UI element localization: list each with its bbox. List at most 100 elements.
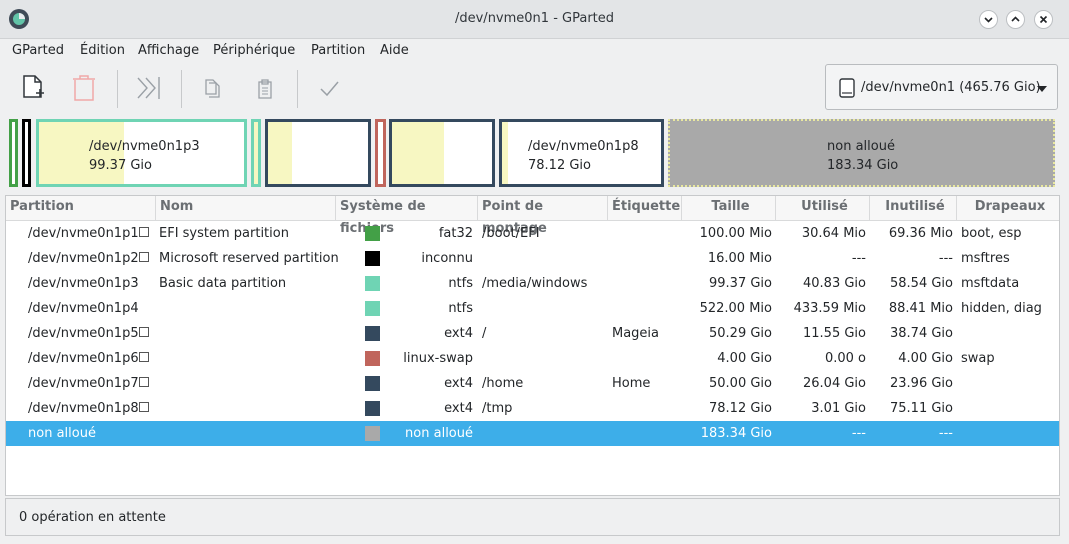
cell-filesystem: ext4 xyxy=(444,376,473,391)
diskmap-segment-p5[interactable] xyxy=(265,119,371,187)
cell-partition: /dev/nvme0n1p7 xyxy=(28,376,139,391)
table-row[interactable]: /dev/nvme0n1p1 EFI system partition fat32 /… xyxy=(6,221,1059,246)
column-header-used[interactable]: Utilisé xyxy=(776,196,870,220)
paste-button[interactable] xyxy=(251,74,279,102)
diskmap-segment-p7[interactable] xyxy=(389,119,495,187)
column-header-mountpoint[interactable]: Point de montage xyxy=(478,196,608,236)
cell-name: Basic data partition xyxy=(159,276,287,291)
cell-used: 40.83 Gio xyxy=(803,276,866,291)
copy-icon xyxy=(205,79,220,98)
table-row[interactable]: /dev/nvme0n1p7 ext4/home Home 50.00 Gio 26.0… xyxy=(6,371,1059,396)
cell-label: Mageia xyxy=(612,326,660,341)
table-row[interactable]: /dev/nvme0n1p5 ext4 / Mageia 50.29 Gio 11.55 … xyxy=(6,321,1059,346)
key-icon xyxy=(139,402,149,412)
cell-partition: non alloué xyxy=(28,426,96,441)
diskmap-unallocated-name: non alloué xyxy=(827,139,895,154)
cell-label: Home xyxy=(612,376,651,391)
column-header-label[interactable]: Étiquette xyxy=(608,196,682,220)
menu-affichage[interactable]: Affichage xyxy=(138,43,199,58)
cell-size: 4.00 Gio xyxy=(717,351,772,366)
column-header-size[interactable]: Taille xyxy=(682,196,776,220)
cell-used: 3.01 Gio xyxy=(811,401,866,416)
table-row[interactable]: /dev/nvme0n1p4 ntfs 522.00 Mio 433.59 Mio 88… xyxy=(6,296,1059,321)
cell-partition: /dev/nvme0n1p4 xyxy=(28,301,139,316)
maximize-button[interactable] xyxy=(1006,10,1025,29)
window-title: /dev/nvme0n1 - GParted xyxy=(454,11,615,26)
cell-size: 16.00 Mio xyxy=(707,251,772,266)
column-header-partition[interactable]: Partition xyxy=(6,196,156,220)
cell-used: 30.64 Mio xyxy=(801,226,866,241)
delete-partition-button[interactable] xyxy=(70,74,98,102)
cell-filesystem: linux-swap xyxy=(403,351,473,366)
checkmark-icon xyxy=(320,81,339,97)
cell-size: 183.34 Gio xyxy=(700,426,772,441)
toolbar-separator xyxy=(181,70,182,108)
trash-icon xyxy=(73,75,95,101)
cell-filesystem: ext4 xyxy=(444,401,473,416)
cell-unused: --- xyxy=(938,251,953,266)
disk-map: /dev/nvme0n1p3 99.37 Gio /dev/nvme0n1p8 … xyxy=(7,117,1057,190)
menu-peripherique[interactable]: Périphérique xyxy=(213,43,295,58)
cell-flags: swap xyxy=(961,351,995,366)
used-space-fill xyxy=(392,122,444,184)
cell-filesystem: fat32 xyxy=(438,226,473,241)
column-header-nom[interactable]: Nom xyxy=(156,196,336,220)
diskmap-segment-p8[interactable]: /dev/nvme0n1p8 78.12 Gio xyxy=(499,119,664,187)
cell-used: --- xyxy=(851,426,866,441)
minimize-button[interactable] xyxy=(979,10,998,29)
copy-button[interactable] xyxy=(199,74,227,102)
cell-mountpoint: /tmp xyxy=(482,401,513,416)
menu-partition[interactable]: Partition xyxy=(311,43,365,58)
table-row[interactable]: /dev/nvme0n1p8 ext4/tmp 78.12 Gio 3.01 Gio 7… xyxy=(6,396,1059,421)
cell-partition: /dev/nvme0n1p3 xyxy=(28,276,139,291)
pending-operations-text: 0 opération en attente xyxy=(19,510,166,525)
cell-size: 50.00 Gio xyxy=(709,376,772,391)
resize-move-button[interactable] xyxy=(135,74,163,102)
cell-size: 99.37 Gio xyxy=(709,276,772,291)
table-row[interactable]: /dev/nvme0n1p6 linux-swap 4.00 Gio 0.00 o 4.… xyxy=(6,346,1059,371)
used-space-fill xyxy=(502,122,508,184)
apply-button[interactable] xyxy=(316,74,344,102)
menu-aide[interactable]: Aide xyxy=(380,43,409,58)
diskmap-segment-unallocated[interactable]: non alloué 183.34 Gio xyxy=(668,119,1055,187)
cell-unused: 23.96 Gio xyxy=(890,376,953,391)
table-header: Partition Nom Système de fichiers Point … xyxy=(6,196,1059,236)
hard-disk-icon xyxy=(839,78,855,98)
menu-gparted[interactable]: GParted xyxy=(12,43,64,58)
cell-flags: boot, esp xyxy=(961,226,1022,241)
new-partition-button[interactable] xyxy=(19,74,47,102)
used-space-fill xyxy=(268,122,292,184)
cell-partition: /dev/nvme0n1p2 xyxy=(28,251,139,266)
table-row[interactable]: non alloué non alloué 183.34 Gio --- --- xyxy=(6,421,1059,446)
cell-mountpoint: /home xyxy=(482,376,524,391)
table-row[interactable]: /dev/nvme0n1p3 Basic data partition ntfs/m… xyxy=(6,271,1059,296)
key-icon xyxy=(139,327,149,337)
cell-used: 0.00 o xyxy=(824,351,866,366)
key-icon xyxy=(139,377,149,387)
cell-filesystem: ntfs xyxy=(448,276,473,291)
diskmap-segment-p2[interactable] xyxy=(22,119,31,187)
cell-size: 100.00 Mio xyxy=(699,226,772,241)
cell-filesystem: ntfs xyxy=(448,301,473,316)
cell-filesystem: non alloué xyxy=(405,426,473,441)
cell-size: 522.00 Mio xyxy=(699,301,772,316)
cell-unused: 69.36 Mio xyxy=(888,226,953,241)
column-header-filesystem[interactable]: Système de fichiers xyxy=(336,196,478,236)
partition-table: Partition Nom Système de fichiers Point … xyxy=(5,195,1060,496)
cell-unused: 75.11 Gio xyxy=(890,401,953,416)
cell-used: 433.59 Mio xyxy=(793,301,866,316)
menu-edition[interactable]: Édition xyxy=(80,43,125,58)
cell-name: EFI system partition xyxy=(159,226,289,241)
diskmap-segment-p3[interactable]: /dev/nvme0n1p3 99.37 Gio xyxy=(36,119,247,187)
close-button[interactable] xyxy=(1034,10,1053,29)
diskmap-segment-p6[interactable] xyxy=(375,119,386,187)
cell-unused: 58.54 Gio xyxy=(890,276,953,291)
diskmap-segment-p4[interactable] xyxy=(251,119,261,187)
status-bar: 0 opération en attente xyxy=(5,498,1060,536)
diskmap-segment-p1[interactable] xyxy=(9,119,18,187)
device-selector[interactable]: /dev/nvme0n1 (465.76 Gio) xyxy=(825,64,1058,110)
table-row[interactable]: /dev/nvme0n1p2 Microsoft reserved partiti… xyxy=(6,246,1059,271)
column-header-unused[interactable]: Inutilisé xyxy=(870,196,957,220)
cell-partition: /dev/nvme0n1p5 xyxy=(28,326,139,341)
column-header-flags[interactable]: Drapeaux xyxy=(957,196,1059,220)
